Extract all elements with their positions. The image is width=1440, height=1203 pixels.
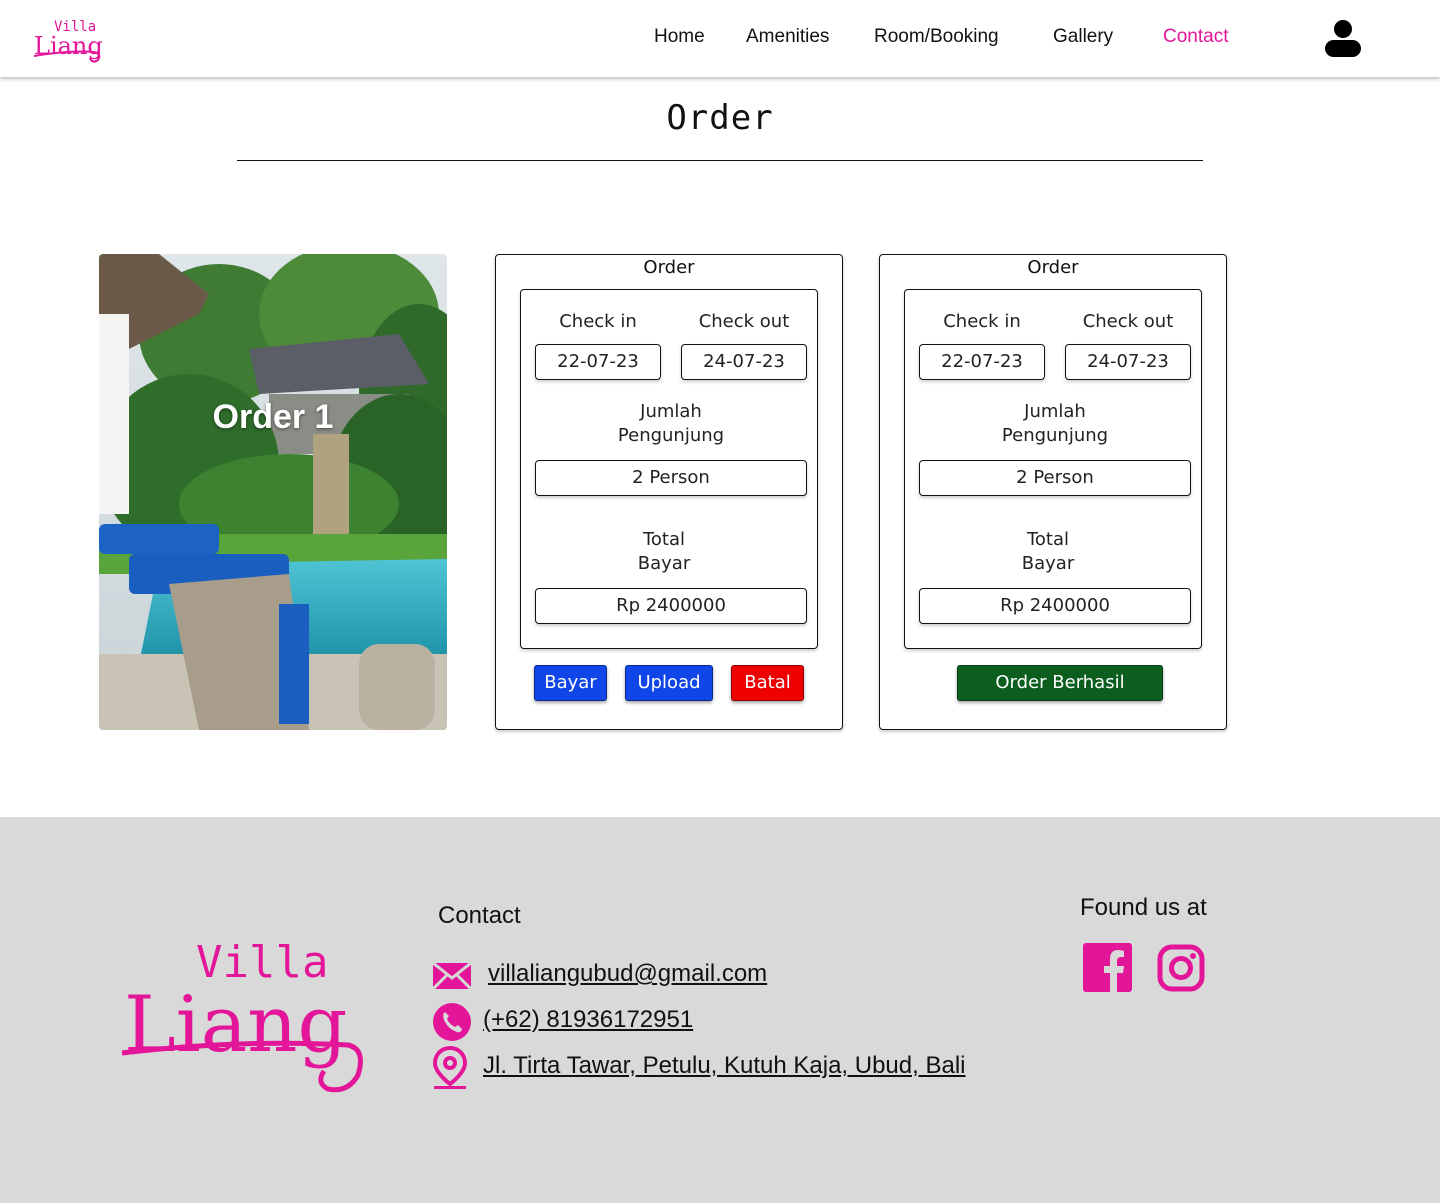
svg-text:Liang: Liang xyxy=(34,32,103,60)
check-out-label: Check out xyxy=(1082,311,1174,332)
order-card-title: Order xyxy=(643,257,695,278)
phone-icon xyxy=(433,1003,471,1041)
nav-room-booking[interactable]: Room/Booking xyxy=(874,26,999,48)
pay-button[interactable]: Bayar xyxy=(534,665,607,701)
total-label-line2: Bayar xyxy=(637,553,691,574)
order-card-label: Order 1 xyxy=(212,398,334,436)
cancel-button[interactable]: Batal xyxy=(731,665,804,701)
location-pin-icon xyxy=(432,1046,468,1089)
user-icon[interactable] xyxy=(1323,18,1363,58)
check-out-field[interactable]: 24-07-23 xyxy=(1065,344,1191,380)
order-card-title: Order xyxy=(1027,257,1079,278)
guests-field[interactable]: 2 Person xyxy=(919,460,1191,496)
guests-label-line2: Pengunjung xyxy=(1001,425,1109,446)
total-label-line2: Bayar xyxy=(1021,553,1075,574)
check-in-field[interactable]: 22-07-23 xyxy=(919,344,1045,380)
check-out-label: Check out xyxy=(698,311,790,332)
upload-button[interactable]: Upload xyxy=(625,665,713,701)
address-link[interactable]: Jl. Tirta Tawar, Petulu, Kutuh Kaja, Ubu… xyxy=(483,1052,965,1080)
top-navbar: Villa Liang Home Amenities Room/Booking … xyxy=(0,0,1440,77)
total-field: Rp 2400000 xyxy=(919,588,1191,624)
guests-label-line2: Pengunjung xyxy=(617,425,725,446)
villa-photo xyxy=(99,254,447,730)
order-details: Check in Check out 22-07-23 24-07-23 Jum… xyxy=(904,289,1202,649)
total-field: Rp 2400000 xyxy=(535,588,807,624)
check-out-field[interactable]: 24-07-23 xyxy=(681,344,807,380)
phone-link[interactable]: (+62) 81936172951 xyxy=(483,1006,693,1034)
mail-icon xyxy=(432,962,472,990)
page-title: Order xyxy=(666,98,774,138)
order-success-button[interactable]: Order Berhasil xyxy=(957,665,1163,701)
title-divider xyxy=(237,160,1203,161)
total-label-line1: Total xyxy=(642,529,686,550)
order-card-success: Order Check in Check out 22-07-23 24-07-… xyxy=(879,254,1227,730)
check-in-label: Check in xyxy=(943,311,1021,332)
total-label-line1: Total xyxy=(1026,529,1070,550)
nav-gallery[interactable]: Gallery xyxy=(1053,26,1113,48)
nav-amenities[interactable]: Amenities xyxy=(746,26,829,48)
instagram-icon[interactable] xyxy=(1157,944,1205,992)
nav-contact[interactable]: Contact xyxy=(1163,26,1228,48)
contact-heading: Contact xyxy=(438,902,521,929)
guests-field[interactable]: 2 Person xyxy=(535,460,807,496)
facebook-icon[interactable] xyxy=(1083,943,1132,992)
check-in-field[interactable]: 22-07-23 xyxy=(535,344,661,380)
guests-label-line1: Jumlah xyxy=(640,401,702,422)
order-card-pending: Order Check in Check out 22-07-23 24-07-… xyxy=(495,254,843,730)
guests-label-line1: Jumlah xyxy=(1024,401,1086,422)
check-in-label: Check in xyxy=(559,311,637,332)
nav-home[interactable]: Home xyxy=(654,26,705,48)
found-us-heading: Found us at xyxy=(1080,894,1207,921)
email-link[interactable]: villaliangubud@gmail.com xyxy=(488,960,767,988)
villa-liang-logo[interactable]: Villa Liang xyxy=(120,935,370,1095)
svg-text:Liang: Liang xyxy=(124,980,347,1070)
villa-liang-logo[interactable]: Villa Liang xyxy=(30,14,106,66)
order-details: Check in Check out 22-07-23 24-07-23 Jum… xyxy=(520,289,818,649)
